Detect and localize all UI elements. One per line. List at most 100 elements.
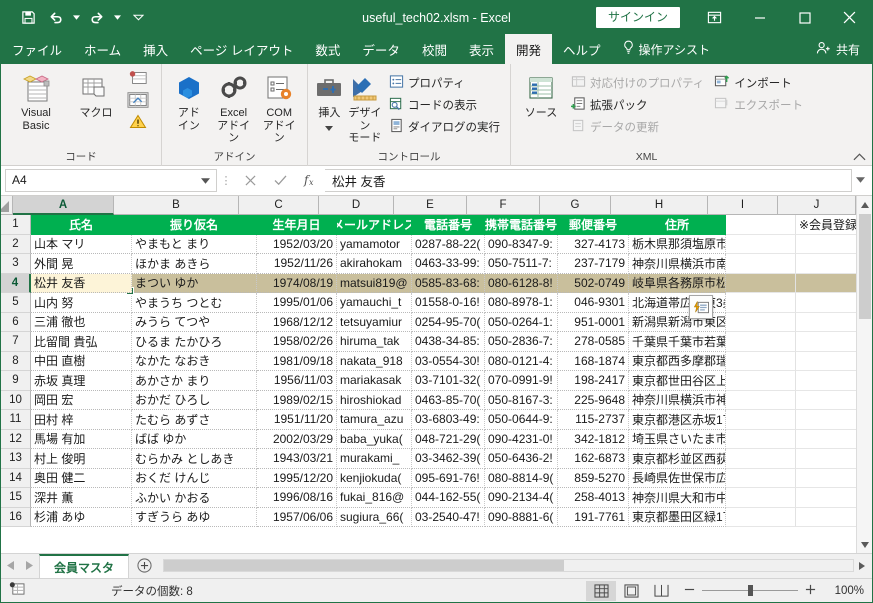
cell-G13[interactable]: 162-6873 [558,449,629,469]
cell-H13[interactable]: 東京都杉並区西荻北3丁目3番4号 [629,449,726,469]
cell-H11[interactable]: 東京都港区赤坂1丁目2番10号 [629,410,726,430]
cell-C7[interactable]: 1958/02/26 [257,332,337,352]
tab-file[interactable]: ファイル [1,34,74,64]
cell-J14[interactable] [796,469,856,488]
table-row[interactable]: 深井 薫ふかい かおる 1996/08/16 fukai_816@ 044-162-5… [31,488,856,508]
cell-A5[interactable]: 山内 努 [31,293,132,313]
cell-G6[interactable]: 951-0001 [558,312,629,332]
name-box-dropdown-icon[interactable] [201,173,210,187]
cell-C8[interactable]: 1981/09/18 [257,351,337,371]
cell-C14[interactable]: 1995/12/20 [257,468,337,488]
cell-A14[interactable]: 奥田 健二 [31,468,132,488]
cell-J4[interactable] [796,273,856,293]
cell-D16[interactable]: sugiura_66( [337,507,412,527]
properties-button[interactable]: プロパティ [385,72,504,94]
cell-A6[interactable]: 三浦 徹也 [31,312,132,332]
cell-H1[interactable]: 住所 [629,215,726,235]
cell-I11[interactable] [726,410,796,430]
cell-G11[interactable]: 115-2737 [558,410,629,430]
sheet-tab-kaiin-master[interactable]: 会員マスタ [39,554,130,578]
table-row[interactable]: 比留間 貴弘 ひるま たかひろ 1958/02/26 hiruma_tak 0438-3… [31,332,856,352]
undo-dropdown-icon[interactable] [71,6,82,30]
sign-in-button[interactable]: サインイン [595,7,680,28]
cell-G14[interactable]: 859-5270 [558,468,629,488]
enter-check-icon[interactable] [265,169,295,192]
insert-control-button[interactable]: 挿入 [314,68,345,134]
column-header-c[interactable]: C [239,196,319,215]
cell-B13[interactable]: むらかみ としあき [132,449,257,469]
cell-C9[interactable]: 1956/11/03 [257,371,337,391]
table-row[interactable]: 氏名振り仮名生年月日メールアドレス電話番号携帯電話番号郵便番号住所 ※会員登録され [31,215,856,235]
column-header-b[interactable]: B [114,196,239,215]
cell-J5[interactable] [796,293,856,313]
row-header-13[interactable]: 13 [1,449,31,469]
cell-B11[interactable]: たむら あずさ [132,410,257,430]
cell-F1[interactable]: 携帯電話番号 [485,215,558,235]
redo-icon[interactable] [84,6,110,30]
cell-I14[interactable] [726,468,796,488]
com-addins-button[interactable]: COM アドイン [257,68,301,145]
macro-button[interactable]: マクロ [67,68,125,120]
cell-H4[interactable]: 岐阜県各務原市松が丘2-4-16 [629,273,726,293]
cell-A11[interactable]: 田村 梓 [31,410,132,430]
row-header-16[interactable]: 16 [1,507,31,527]
cell-B15[interactable]: ふかい かおる [132,488,257,508]
cell-C6[interactable]: 1968/12/12 [257,312,337,332]
row-header-12[interactable]: 12 [1,429,31,449]
zoom-level-label[interactable]: 100% [824,585,864,597]
page-break-view-icon[interactable] [646,581,676,601]
cell-G2[interactable]: 327-4173 [558,234,629,254]
run-dialog-button[interactable]: ダイアログの実行 [385,116,504,138]
record-macro-status-icon[interactable] [9,582,25,599]
cell-I8[interactable] [726,351,796,371]
table-row[interactable]: 奥田 健二 おくだ けんじ 1995/12/20 kenjiokuda(095-691… [31,468,856,488]
tab-developer[interactable]: 開発 [504,34,552,64]
vertical-scrollbar[interactable] [856,196,872,553]
cell-J9[interactable] [796,371,856,391]
cell-I4[interactable] [726,273,796,293]
cell-C5[interactable]: 1995/01/06 [257,293,337,313]
cell-G8[interactable]: 168-1874 [558,351,629,371]
table-row[interactable]: 山本 マリ やまもと まり 1952/03/20 yamamotor 0287-88-2… [31,234,856,254]
cell-D13[interactable]: murakami_ [337,449,412,469]
zoom-in-icon[interactable] [805,584,816,598]
cell-J7[interactable] [796,332,856,352]
cell-F4[interactable]: 080-6128-8! [485,273,558,293]
add-sheet-icon[interactable] [129,553,159,578]
cell-F12[interactable]: 090-4231-0! [485,429,558,449]
formula-input[interactable]: 松井 友香 [325,168,852,192]
column-header-g[interactable]: G [540,196,611,215]
table-row[interactable]: 外間 晃ほかま あきら 1952/11/26 akirahokam 0463-33-9… [31,254,856,274]
cell-J2[interactable] [796,235,856,254]
cell-F5[interactable]: 080-8978-1: [485,293,558,313]
cell-D9[interactable]: mariakasak [337,371,412,391]
cell-F6[interactable]: 050-0264-1: [485,312,558,332]
cell-A16[interactable]: 杉浦 あゆ [31,507,132,527]
tab-view[interactable]: 表示 [458,34,505,64]
cell-D3[interactable]: akirahokam [337,254,412,274]
cell-J1[interactable]: ※会員登録され [796,215,856,235]
cell-G3[interactable]: 237-7179 [558,254,629,274]
cell-A10[interactable]: 岡田 宏 [31,390,132,410]
cell-A4[interactable]: 松井 友香 [31,273,132,293]
customize-quick-access-icon[interactable] [125,6,151,30]
page-layout-view-icon[interactable] [616,581,646,601]
tab-formulas[interactable]: 数式 [304,34,351,64]
row-header-14[interactable]: 14 [1,468,31,488]
cell-D11[interactable]: tamura_azu [337,410,412,430]
cell-C4[interactable]: 1974/08/19 [257,273,337,293]
tab-insert[interactable]: 挿入 [132,34,179,64]
cell-E2[interactable]: 0287-88-22( [412,234,485,254]
cell-A15[interactable]: 深井 薫 [31,488,132,508]
select-all-corner[interactable] [1,196,13,215]
cell-A2[interactable]: 山本 マリ [31,234,132,254]
cell-I10[interactable] [726,390,796,410]
save-icon[interactable] [15,6,41,30]
cell-E1[interactable]: 電話番号 [412,215,485,235]
quick-analysis-icon[interactable] [689,295,713,319]
xml-source-button[interactable]: ソース [517,68,565,120]
cell-D15[interactable]: fukai_816@ [337,488,412,508]
collapse-ribbon-icon[interactable] [853,152,866,164]
cell-H7[interactable]: 千葉県千葉市若葉区みつわ台3-2-3 [629,332,726,352]
cell-D14[interactable]: kenjiokuda( [337,468,412,488]
